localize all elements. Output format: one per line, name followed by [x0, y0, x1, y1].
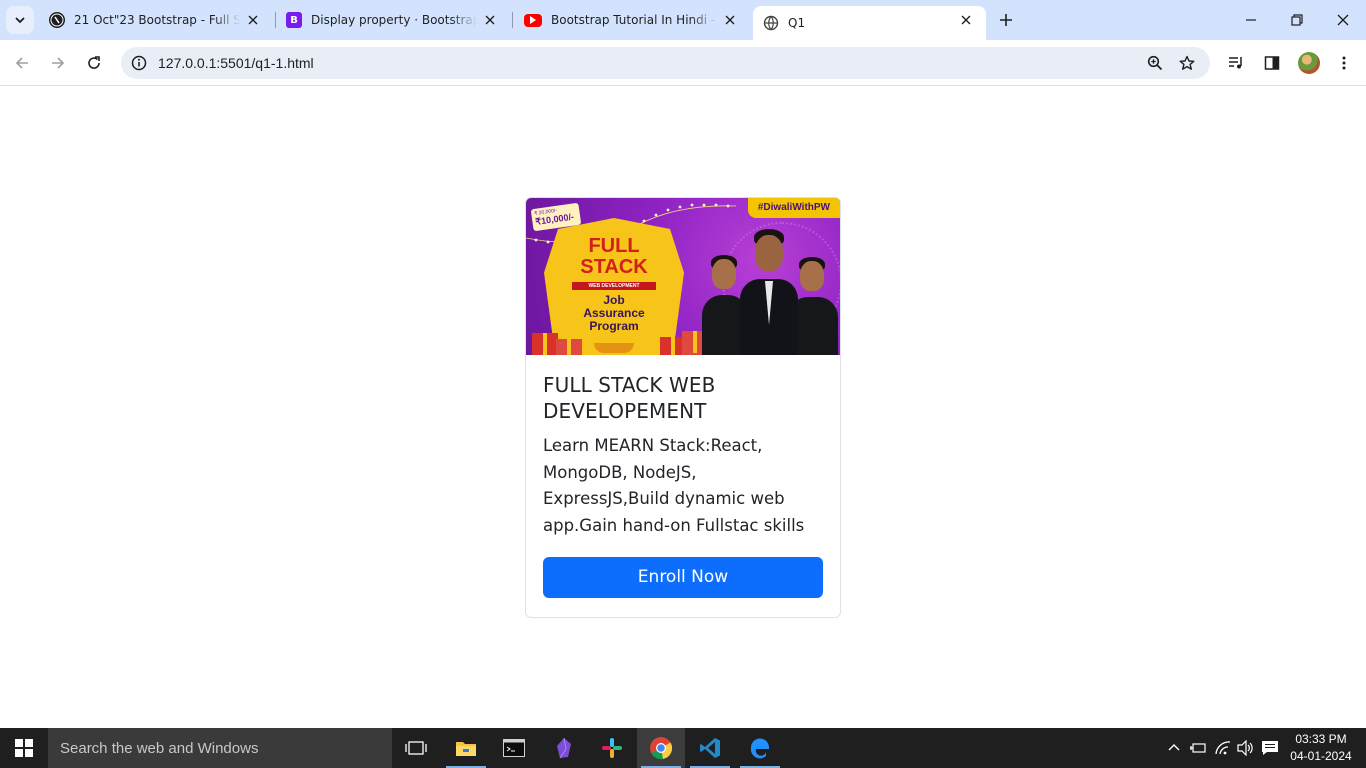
slack-icon [602, 738, 622, 758]
obsidian-icon [557, 737, 571, 759]
folder-icon [456, 742, 476, 756]
chrome-icon [650, 737, 673, 760]
page-viewport: #DiwaliWithPW FULL STACK WEB DEVELOPMENT… [0, 87, 1366, 728]
restore-icon [1291, 14, 1303, 26]
reload-icon [88, 56, 100, 69]
card-body: FULL STACK WEB DEVELOPEMENT Learn MEARN … [526, 355, 840, 598]
slack-app[interactable] [588, 728, 636, 768]
vscode-app[interactable] [686, 728, 734, 768]
forward-button[interactable] [44, 49, 72, 77]
browser-toolbar: 127.0.0.1:5501/q1-1.html [0, 40, 1366, 86]
close-icon[interactable] [245, 12, 261, 28]
edge-icon [750, 738, 769, 759]
wifi-icon[interactable] [1213, 738, 1233, 758]
globe-icon [763, 15, 779, 31]
chrome-app[interactable] [637, 728, 685, 768]
tab-2[interactable]: B Display property · Bootstrap v5. [272, 0, 510, 40]
gift-icon [532, 333, 558, 355]
back-button[interactable] [8, 49, 36, 77]
tab-1[interactable]: 21 Oct"23 Bootstrap - Full Stack [35, 0, 273, 40]
file-explorer-app[interactable] [442, 728, 490, 768]
bookmark-star-icon[interactable] [1175, 51, 1199, 75]
banner-program-line-3: Program [589, 319, 639, 333]
arrow-right-icon [52, 57, 65, 69]
tab-title: 21 Oct"23 Bootstrap - Full Stack [74, 13, 240, 27]
banner-program: Job Assurance Program [544, 294, 684, 333]
task-view-icon [405, 741, 427, 755]
banner-ribbon: WEB DEVELOPMENT [572, 282, 656, 290]
tab-title: Display property · Bootstrap v5. [311, 13, 477, 27]
course-shield: FULL STACK WEB DEVELOPMENT Job Assurance… [544, 218, 684, 355]
minimize-icon [1246, 19, 1256, 21]
banner-line-stack: STACK [580, 256, 648, 278]
plus-icon [1000, 14, 1012, 26]
info-icon[interactable] [127, 51, 151, 75]
profile-avatar[interactable] [1298, 52, 1320, 74]
enroll-now-button[interactable]: Enroll Now [543, 557, 823, 598]
hashtag-badge: #DiwaliWithPW [747, 198, 840, 218]
url-text[interactable]: 127.0.0.1:5501/q1-1.html [158, 55, 314, 71]
card-title: FULL STACK WEB DEVELOPEMENT [543, 373, 716, 423]
gift-icon [556, 339, 582, 355]
task-view-button[interactable] [392, 728, 440, 768]
battery-plug-icon[interactable] [1188, 738, 1208, 758]
tab-title: Bootstrap Tutorial In Hindi - You [551, 13, 717, 27]
bootstrap-icon: B [286, 12, 302, 28]
tab-4-active[interactable]: Q1 [753, 6, 986, 40]
windows-logo-icon [15, 739, 33, 757]
restore-button[interactable] [1285, 8, 1309, 32]
github-icon [49, 12, 65, 28]
terminal-app[interactable] [490, 728, 538, 768]
zoom-icon[interactable] [1143, 51, 1167, 75]
card-description: Learn MEARN Stack:React, MongoDB, NodeJS… [543, 436, 805, 535]
more-menu-icon[interactable] [1332, 51, 1356, 75]
tab-title: Q1 [788, 16, 806, 30]
close-window-button[interactable] [1331, 8, 1355, 32]
new-tab-button[interactable] [994, 8, 1018, 32]
chevron-up-icon[interactable] [1164, 738, 1184, 758]
reload-button[interactable] [80, 49, 108, 77]
minimize-button[interactable] [1239, 8, 1263, 32]
tab-strip: 21 Oct"23 Bootstrap - Full Stack B Displ… [0, 0, 1366, 40]
close-icon[interactable] [958, 12, 974, 28]
volume-icon[interactable] [1236, 738, 1256, 758]
notifications-icon[interactable] [1260, 738, 1280, 758]
course-card: #DiwaliWithPW FULL STACK WEB DEVELOPMENT… [525, 197, 841, 618]
arrow-left-icon [15, 57, 28, 69]
edge-app[interactable] [736, 728, 784, 768]
close-icon[interactable] [482, 12, 498, 28]
vscode-icon [700, 738, 720, 758]
tab-3[interactable]: Bootstrap Tutorial In Hindi - You [510, 0, 750, 40]
address-bar[interactable]: 127.0.0.1:5501/q1-1.html [121, 47, 1210, 79]
system-clock[interactable]: 03:33 PM 04-01-2024 [1286, 731, 1356, 765]
clock-time: 03:33 PM [1295, 732, 1347, 746]
tab-search-button[interactable] [6, 6, 34, 34]
course-banner-image: #DiwaliWithPW FULL STACK WEB DEVELOPMENT… [526, 198, 840, 355]
diya-icon [594, 343, 634, 353]
taskbar-search-placeholder: Search the web and Windows [60, 740, 259, 757]
side-panel-icon[interactable] [1260, 51, 1284, 75]
banner-line-full: FULL [588, 235, 640, 257]
close-icon [1337, 14, 1349, 26]
media-control-icon[interactable] [1224, 51, 1248, 75]
chevron-down-icon [15, 17, 25, 24]
clock-date: 04-01-2024 [1290, 749, 1352, 763]
windows-taskbar: Search the web and Windows 03:33 PM 04-0… [0, 728, 1366, 768]
close-icon[interactable] [722, 12, 738, 28]
obsidian-app[interactable] [540, 728, 588, 768]
taskbar-search-box[interactable]: Search the web and Windows [48, 728, 392, 768]
start-button[interactable] [0, 728, 48, 768]
youtube-icon [524, 13, 542, 27]
instructor-photo [740, 229, 798, 355]
terminal-icon [503, 739, 525, 757]
